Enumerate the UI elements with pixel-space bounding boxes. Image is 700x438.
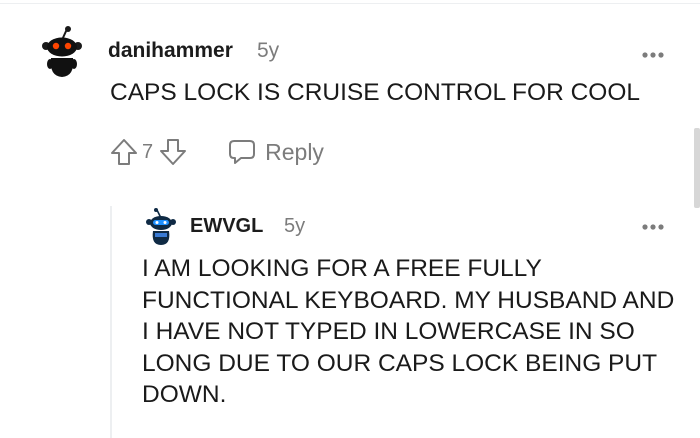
downvote-arrow-icon[interactable] xyxy=(157,136,189,168)
reply-label: Reply xyxy=(265,138,324,165)
reply-button[interactable]: Reply xyxy=(227,138,324,166)
comment-author[interactable]: danihammer xyxy=(108,39,233,63)
comment-age: 5y xyxy=(284,215,306,237)
comment-body: CAPS LOCK IS CRUISE CONTROL FOR COOL xyxy=(110,79,641,106)
comment-actions: 7 Reply xyxy=(108,136,324,168)
snoo-avatar-icon[interactable] xyxy=(145,208,177,246)
more-options-icon[interactable] xyxy=(641,218,665,230)
divider xyxy=(0,3,700,4)
comment-body: I AM LOOKING FOR A FREE FULLY FUNCTIONAL… xyxy=(142,255,675,408)
vote-score: 7 xyxy=(142,140,154,163)
comment-thread: danihammer 5y CAPS LOCK IS CRUISE CONTRO… xyxy=(0,0,700,438)
comment-author[interactable]: EWVGL xyxy=(190,215,263,238)
comment-age: 5y xyxy=(257,39,280,62)
speech-bubble-icon xyxy=(227,138,257,166)
thread-line[interactable] xyxy=(110,206,112,438)
snoo-avatar-icon[interactable] xyxy=(40,26,84,78)
upvote-arrow-icon[interactable] xyxy=(108,136,140,168)
scrollbar-thumb[interactable] xyxy=(694,128,700,208)
more-options-icon[interactable] xyxy=(641,46,665,58)
